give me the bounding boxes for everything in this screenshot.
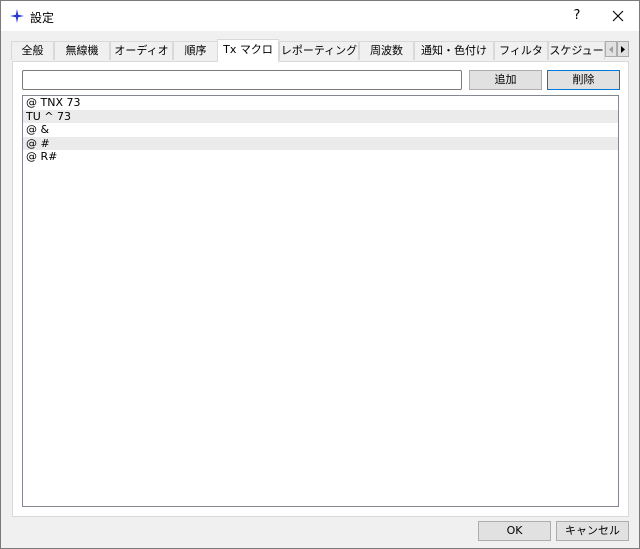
tab-general[interactable]: 全般 [11,41,54,60]
list-item[interactable]: @ & [23,123,618,137]
delete-button[interactable]: 削除 [547,70,620,90]
sparkle-star-icon [10,9,24,23]
macro-list[interactable]: @ TNX 73 TU ^ 73 @ & @ # @ R# [22,95,619,507]
tab-tx-macros[interactable]: Tx マクロ [217,39,279,62]
list-item[interactable]: @ TNX 73 [23,96,618,110]
tx-macros-panel: 追加 削除 @ TNX 73 TU ^ 73 @ & @ # @ R# [12,61,629,517]
add-button[interactable]: 追加 [469,70,542,90]
settings-tabs: 全般 無線機 オーディオ 順序 Tx マクロ レポーティング 周波数 通知・色付… [11,39,629,62]
settings-dialog: 設定 ? 全般 無線機 オーディオ 順序 Tx マクロ レポーティング 周波数 … [0,0,640,549]
help-button[interactable]: ? [559,1,595,31]
macro-input[interactable] [22,70,462,90]
window-title: 設定 [30,11,55,25]
tab-scroll-arrows [605,41,631,58]
tab-frequencies[interactable]: 周波数 [359,41,414,60]
cancel-button[interactable]: キャンセル [556,521,629,541]
list-item[interactable]: @ # [23,136,618,150]
close-button[interactable] [597,1,639,31]
tab-notifications-colors[interactable]: 通知・色付け [414,41,494,60]
tab-schedule[interactable]: スケジュー [548,41,605,60]
tab-scroll-left-button[interactable] [605,41,617,57]
chevron-right-icon [621,46,625,53]
chevron-left-icon [609,46,613,53]
list-item[interactable]: @ R# [23,150,618,164]
tab-reporting[interactable]: レポーティング [279,41,359,60]
tab-audio[interactable]: オーディオ [110,41,173,60]
title-bar: 設定 ? [1,1,639,31]
tab-filters[interactable]: フィルタ [494,41,548,60]
list-item[interactable]: TU ^ 73 [23,109,618,123]
tab-radio[interactable]: 無線機 [54,41,110,60]
tab-sequencing[interactable]: 順序 [173,41,218,60]
ok-button[interactable]: OK [478,521,551,541]
tab-scroll-right-button[interactable] [617,41,629,57]
close-icon [612,10,624,22]
